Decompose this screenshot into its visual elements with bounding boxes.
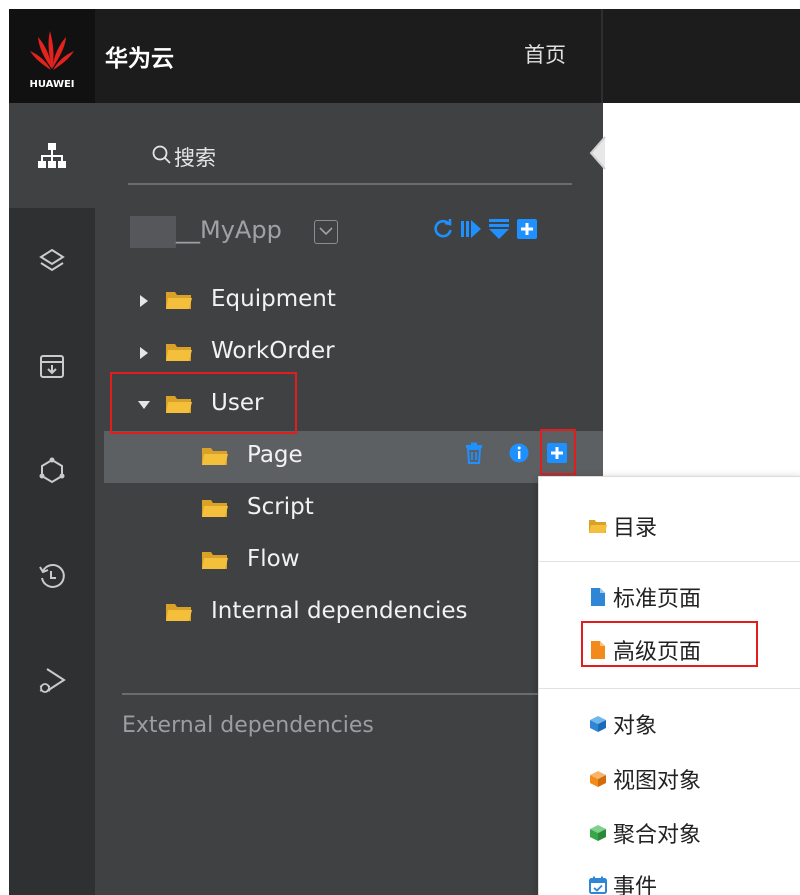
folder-icon xyxy=(202,552,228,569)
tree-node-script[interactable]: Script xyxy=(104,483,603,535)
page-icon xyxy=(591,588,605,606)
external-dependencies-label[interactable]: External dependencies xyxy=(122,713,374,738)
tree-node-internal-dependencies[interactable]: Internal dependencies xyxy=(104,587,603,639)
menu-item-label: 标准页面 xyxy=(613,587,702,612)
panel-divider xyxy=(122,693,603,695)
app-dropdown[interactable] xyxy=(314,220,338,244)
highlight-advanced-page xyxy=(581,621,758,667)
caret-right-icon[interactable] xyxy=(139,346,149,360)
menu-item-event[interactable]: 事件 xyxy=(589,865,657,895)
rail-item-layers[interactable] xyxy=(9,208,95,313)
topbar-divider xyxy=(601,9,603,103)
top-bar: HUAWEI 华为云 首页 xyxy=(9,9,800,103)
rail-item-archive[interactable] xyxy=(9,313,95,418)
search-placeholder: 搜索 xyxy=(174,146,216,170)
folder-icon xyxy=(202,448,228,465)
chevron-down-icon xyxy=(319,227,333,236)
highlight-add-button xyxy=(540,429,576,475)
menu-item-label: 对象 xyxy=(613,714,658,739)
expand-all-icon[interactable] xyxy=(460,218,482,240)
tree-node-page[interactable]: Page xyxy=(104,431,603,483)
app-name: __MyApp xyxy=(176,216,282,244)
debug-play-icon xyxy=(39,667,66,693)
trash-icon[interactable] xyxy=(464,442,484,464)
cube-icon xyxy=(590,771,606,787)
refresh-icon[interactable] xyxy=(432,218,454,240)
layers-icon xyxy=(39,248,65,271)
tree-node-flow[interactable]: Flow xyxy=(104,535,603,587)
brand-title: 华为云 xyxy=(105,46,174,72)
hexagon-nodes-icon xyxy=(39,457,65,483)
folder-icon xyxy=(166,604,192,621)
tree-node-label: WorkOrder xyxy=(211,338,335,364)
tree-node-label: Equipment xyxy=(211,286,336,312)
tree-node-label: Script xyxy=(247,494,314,520)
logo-text: HUAWEI xyxy=(29,79,75,90)
app-selector-row: __MyApp xyxy=(130,210,570,254)
rail-item-debug[interactable] xyxy=(9,628,95,733)
folder-icon xyxy=(202,500,228,517)
menu-item-label: 聚合对象 xyxy=(613,823,702,848)
menu-item-label: 目录 xyxy=(613,516,658,541)
huawei-petal-icon xyxy=(30,31,74,70)
menu-item-directory[interactable]: 目录 xyxy=(589,506,657,546)
rail-item-history[interactable] xyxy=(9,523,95,628)
menu-item-label: 视图对象 xyxy=(613,769,702,794)
explorer-panel: 搜索 __MyApp Equipment WorkOrder User Page… xyxy=(95,103,606,895)
folder-icon xyxy=(166,344,192,361)
add-icon[interactable] xyxy=(516,218,538,240)
app-window: HUAWEI 华为云 首页 搜索 __MyApp Equipment WorkO… xyxy=(9,9,800,895)
tree-node-equipment[interactable]: Equipment xyxy=(104,275,603,327)
calendar-icon xyxy=(589,876,607,894)
cube-icon xyxy=(590,716,606,732)
rail-item-integration[interactable] xyxy=(9,418,95,523)
highlight-user-node xyxy=(110,372,297,434)
info-icon[interactable] xyxy=(508,442,530,464)
search-box[interactable]: 搜索 xyxy=(128,129,572,185)
menu-item-label: 事件 xyxy=(613,875,658,895)
archive-download-icon xyxy=(40,354,64,378)
folder-icon xyxy=(589,520,607,533)
menu-separator xyxy=(539,561,800,562)
history-icon xyxy=(39,563,65,588)
add-context-menu: 目录 标准页面 高级页面 对象 视图对象 聚合对象 事件 xyxy=(538,476,800,895)
menu-item-view-object[interactable]: 视图对象 xyxy=(589,759,701,799)
huawei-logo[interactable]: HUAWEI xyxy=(9,9,95,103)
caret-right-icon[interactable] xyxy=(139,294,149,308)
collapse-panel-icon[interactable] xyxy=(587,133,617,173)
sitemap-icon xyxy=(38,142,66,168)
menu-item-object[interactable]: 对象 xyxy=(589,704,657,744)
rail-item-structure[interactable] xyxy=(9,103,95,208)
folder-icon xyxy=(166,292,192,309)
menu-item-standard-page[interactable]: 标准页面 xyxy=(589,577,701,617)
menu-separator xyxy=(539,688,800,689)
icon-rail xyxy=(9,103,95,895)
search-icon xyxy=(152,145,171,164)
menu-item-aggregate-object[interactable]: 聚合对象 xyxy=(589,813,701,853)
collapse-all-icon[interactable] xyxy=(488,218,510,240)
home-link[interactable]: 首页 xyxy=(524,39,566,69)
cube-icon xyxy=(590,825,606,841)
tree-node-label: Page xyxy=(247,442,303,468)
app-name-redaction xyxy=(130,216,176,248)
app-actions xyxy=(432,218,538,240)
tree-node-label: Internal dependencies xyxy=(211,598,468,624)
tree-node-label: Flow xyxy=(247,546,300,572)
